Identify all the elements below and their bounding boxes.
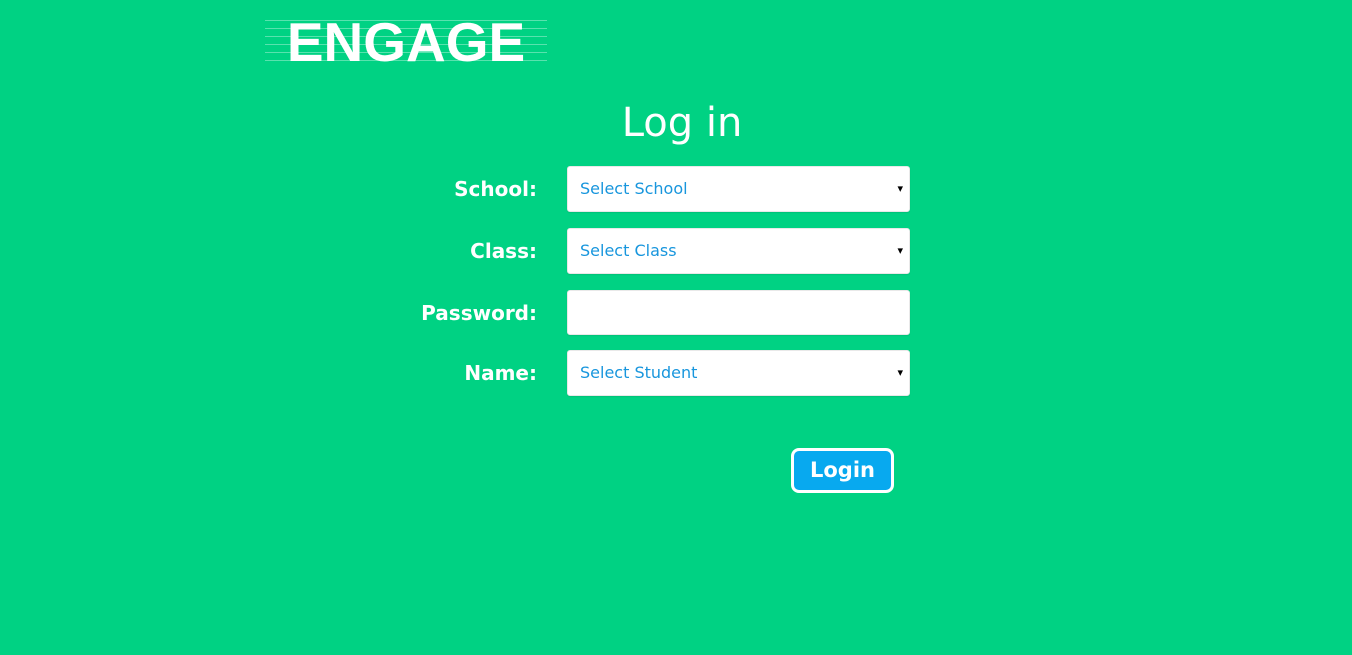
chevron-down-icon: ▾ [897,366,903,379]
class-select[interactable]: Select Class ▾ [567,228,910,274]
engage-logo: ENGAGE [265,14,547,70]
class-row: Class: Select Class ▾ [0,228,1352,274]
school-label: School: [454,177,537,201]
name-select-value: Select Student [580,363,698,382]
class-label: Class: [470,239,537,263]
name-row: Name: Select Student ▾ [0,350,1352,396]
login-page: ENGAGE Log in School: Select School ▾ Cl… [0,0,1352,655]
name-select[interactable]: Select Student ▾ [567,350,910,396]
chevron-down-icon: ▾ [897,182,903,195]
password-label: Password: [421,301,537,325]
page-title: Log in [621,100,743,146]
password-field[interactable] [567,290,910,335]
chevron-down-icon: ▾ [897,244,903,257]
class-select-value: Select Class [580,241,677,260]
name-label: Name: [464,361,537,385]
school-select[interactable]: Select School ▾ [567,166,910,212]
login-button[interactable]: Login [791,448,894,493]
school-row: School: Select School ▾ [0,166,1352,212]
school-select-value: Select School [580,179,688,198]
logo-text: ENGAGE [286,11,526,73]
password-row: Password: [0,290,1352,336]
